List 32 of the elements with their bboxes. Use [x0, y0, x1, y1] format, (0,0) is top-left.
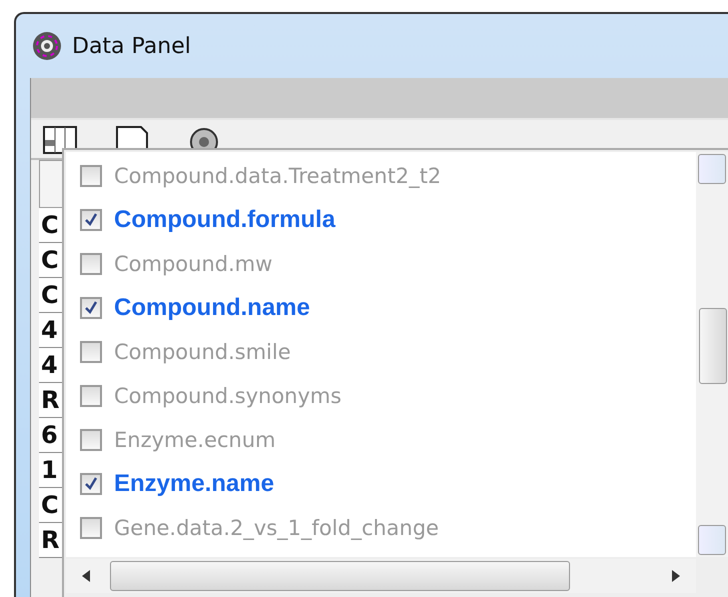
column-name: Enzyme.name: [114, 470, 274, 498]
scroll-down-button[interactable]: [698, 525, 726, 555]
checkbox[interactable]: [80, 209, 102, 231]
scroll-left-arrow-icon[interactable]: [80, 569, 92, 583]
scroll-up-button[interactable]: [698, 154, 726, 184]
checkbox[interactable]: [80, 341, 102, 363]
checkbox[interactable]: [80, 165, 102, 187]
horizontal-scrollbar[interactable]: [66, 559, 696, 593]
vertical-scrollbar[interactable]: [696, 152, 728, 557]
checkmark-icon: [83, 300, 99, 316]
column-name: Compound.data.Treatment2_t2: [114, 164, 442, 188]
window-title: Data Panel: [72, 34, 191, 58]
column-name: Compound.smile: [114, 340, 291, 364]
disc-icon: [32, 31, 62, 61]
scroll-right-arrow-icon[interactable]: [670, 569, 682, 583]
checkbox[interactable]: [80, 517, 102, 539]
column-name: Compound.formula: [114, 206, 336, 234]
checkbox[interactable]: [80, 253, 102, 275]
column-name: Enzyme.ecnum: [114, 428, 276, 452]
table-icon[interactable]: [43, 126, 77, 154]
scroll-thumb[interactable]: [699, 308, 727, 384]
column-name: Compound.mw: [114, 252, 272, 276]
checkbox[interactable]: [80, 473, 102, 495]
checkmark-icon: [83, 212, 99, 228]
checkbox[interactable]: [80, 385, 102, 407]
checkbox[interactable]: [80, 297, 102, 319]
scroll-thumb[interactable]: [110, 561, 570, 591]
checkmark-icon: [83, 476, 99, 492]
column-name: Compound.synonyms: [114, 384, 342, 408]
column-name: Gene.data.2_vs_1_fold_change: [114, 516, 439, 540]
checkbox[interactable]: [80, 429, 102, 451]
column-name: Compound.name: [114, 294, 310, 322]
